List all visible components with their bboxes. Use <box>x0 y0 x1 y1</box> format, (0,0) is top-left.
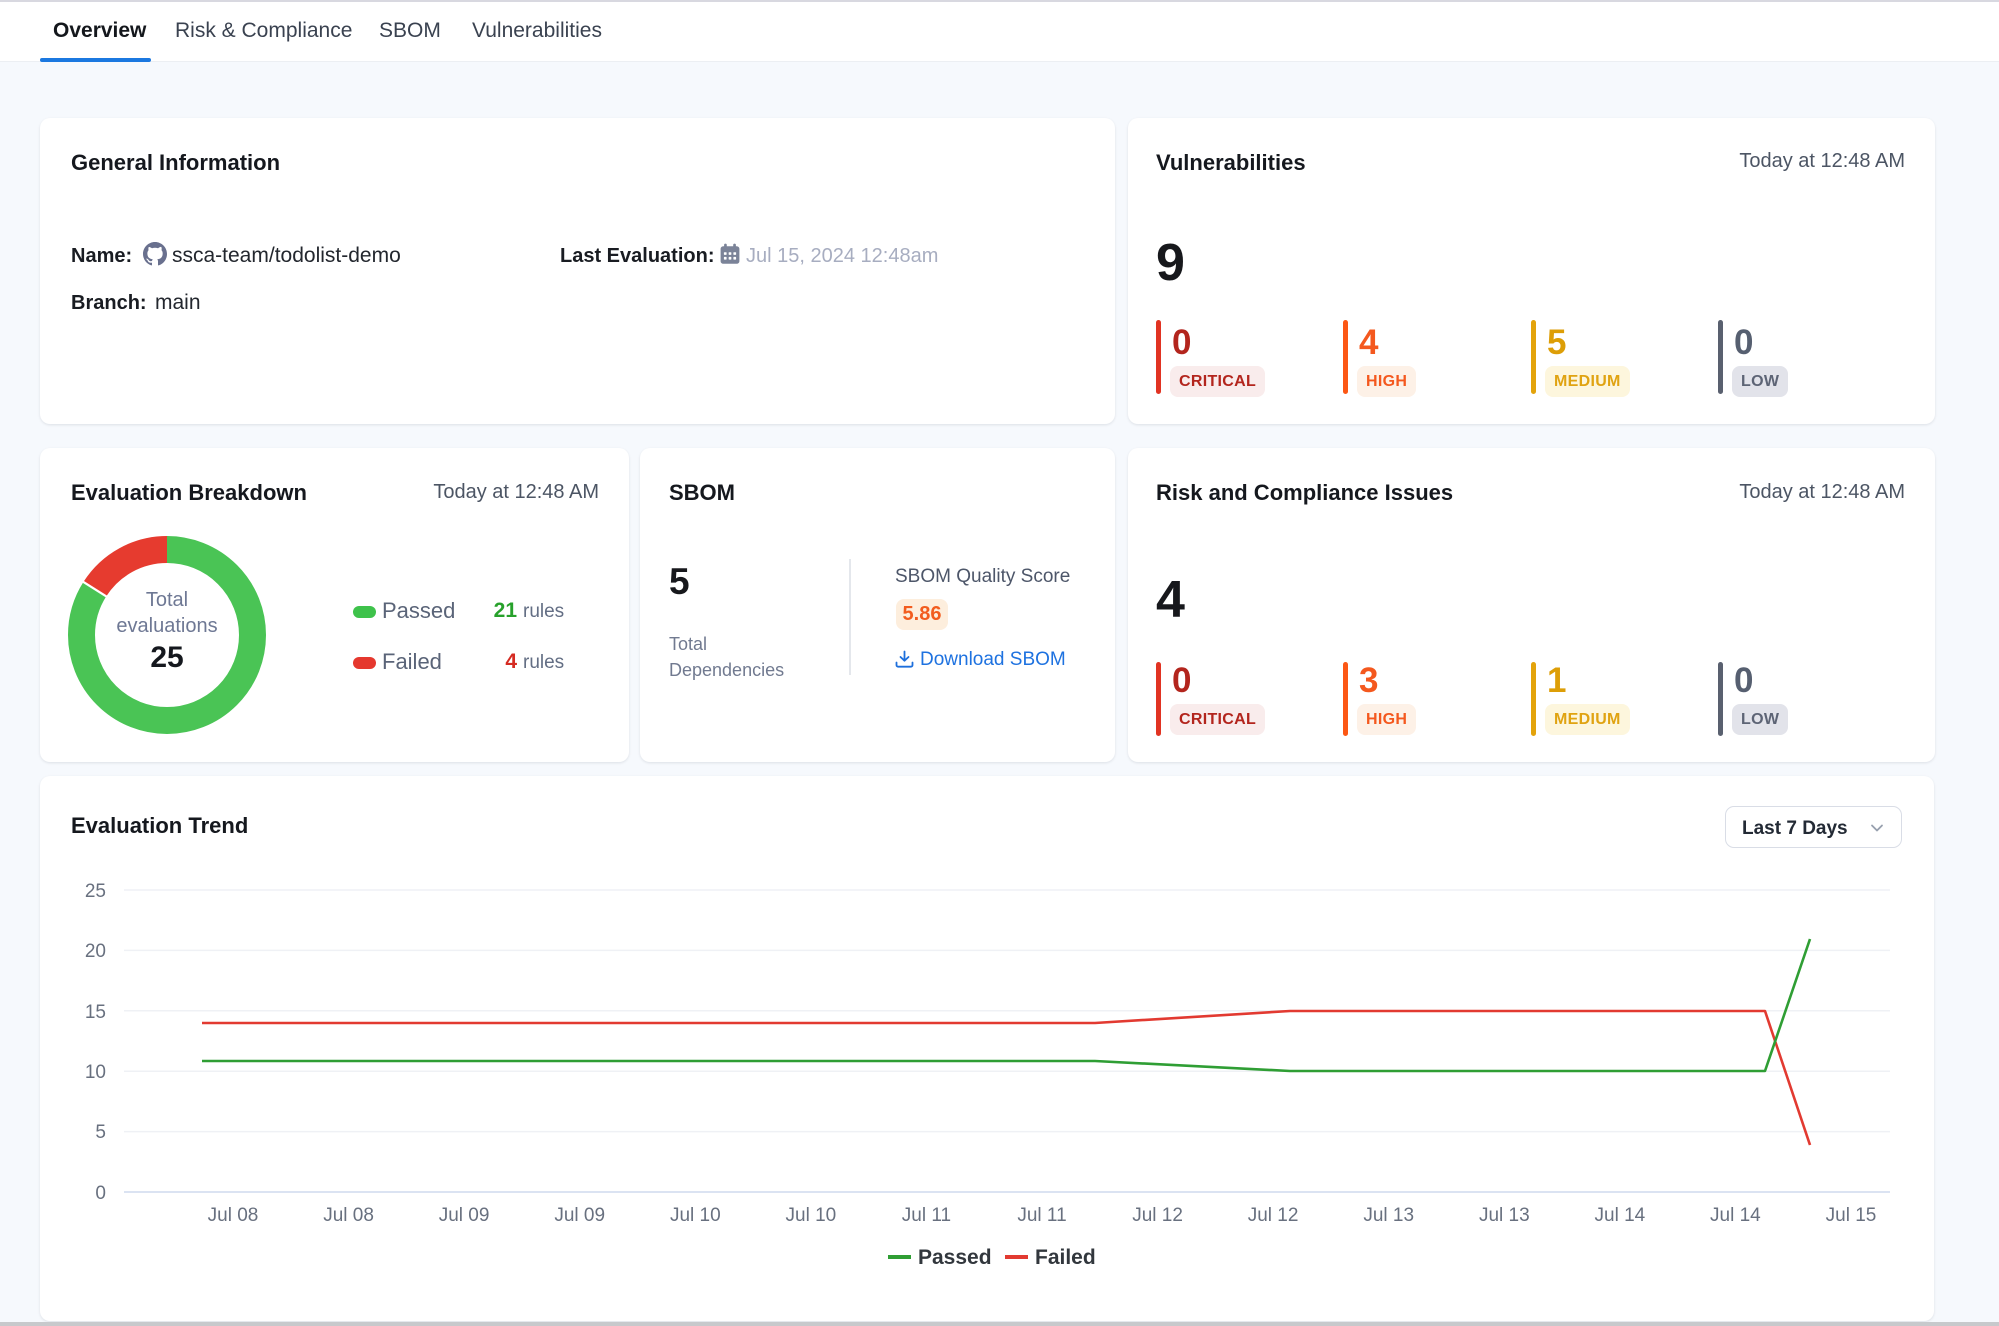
svg-text:15: 15 <box>85 1002 106 1023</box>
svg-text:Jul 09: Jul 09 <box>439 1205 490 1226</box>
svg-text:Jul 13: Jul 13 <box>1363 1205 1414 1226</box>
svg-text:Jul 10: Jul 10 <box>670 1205 721 1226</box>
svg-text:Jul 08: Jul 08 <box>323 1205 374 1226</box>
svg-text:10: 10 <box>85 1062 106 1083</box>
svg-text:25: 25 <box>85 881 106 902</box>
svg-text:Jul 13: Jul 13 <box>1479 1205 1530 1226</box>
svg-text:Jul 12: Jul 12 <box>1132 1205 1183 1226</box>
svg-text:Jul 09: Jul 09 <box>554 1205 605 1226</box>
svg-text:0: 0 <box>95 1183 106 1204</box>
svg-text:Jul 15: Jul 15 <box>1826 1205 1877 1226</box>
svg-text:Jul 11: Jul 11 <box>902 1205 951 1226</box>
svg-text:Jul 14: Jul 14 <box>1595 1205 1646 1226</box>
svg-text:Jul 12: Jul 12 <box>1248 1205 1299 1226</box>
svg-text:Jul 08: Jul 08 <box>208 1205 259 1226</box>
svg-text:Jul 11: Jul 11 <box>1017 1205 1066 1226</box>
svg-text:5: 5 <box>95 1122 106 1143</box>
svg-text:Jul 14: Jul 14 <box>1710 1205 1761 1226</box>
svg-text:20: 20 <box>85 941 106 962</box>
svg-text:Jul 10: Jul 10 <box>786 1205 837 1226</box>
